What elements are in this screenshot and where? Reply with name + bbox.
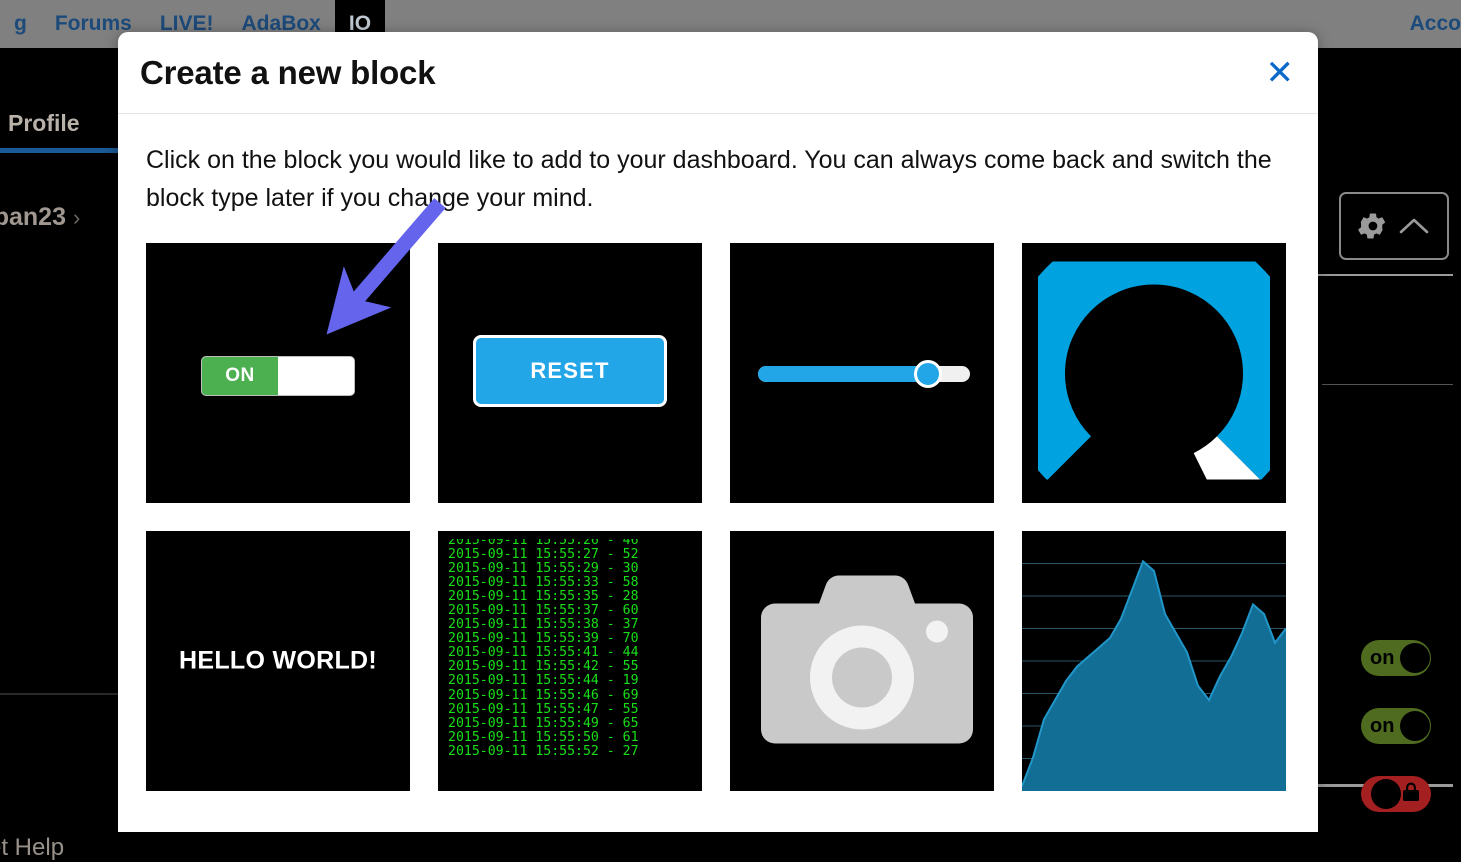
toggle-on-segment: ON xyxy=(202,357,278,395)
stream-log-line: 2015-09-11 15:55:37 - 60 xyxy=(448,604,702,618)
page-title: Create a new block xyxy=(118,54,435,92)
stream-log-line: 2015-09-11 15:55:29 - 30 xyxy=(448,562,702,576)
toggle-on-label: ON xyxy=(225,365,255,387)
block-option-chart[interactable] xyxy=(1022,531,1286,791)
toggle-preview: ON xyxy=(202,357,354,395)
block-option-text[interactable]: HELLO WORLD! xyxy=(146,531,410,791)
stream-log-line: 2015-09-11 15:55:44 - 19 xyxy=(448,674,702,688)
stream-log-line: 2015-09-11 15:55:35 - 28 xyxy=(448,590,702,604)
create-block-modal: Create a new block ✕ Click on the block … xyxy=(118,32,1318,832)
stream-log-line: 2015-09-11 15:55:49 - 65 xyxy=(448,717,702,731)
stream-log-line: 2015-09-11 15:55:27 - 52 xyxy=(448,548,702,562)
block-option-toggle[interactable]: ON xyxy=(146,243,410,503)
block-type-grid: ON RESET xyxy=(146,243,1288,791)
stream-log-line: 2015-09-11 15:55:52 - 27 xyxy=(448,745,702,759)
stream-log-line: 2015-09-11 15:55:41 - 44 xyxy=(448,646,702,660)
block-option-stream[interactable]: 2015-09-11 15:55:26 - 462015-09-11 15:55… xyxy=(438,531,702,791)
block-option-slider[interactable] xyxy=(730,243,994,503)
chart-preview xyxy=(1022,531,1286,791)
stream-log-line: 2015-09-11 15:55:47 - 55 xyxy=(448,703,702,717)
text-preview: HELLO WORLD! xyxy=(146,647,410,676)
slider-thumb xyxy=(914,360,942,388)
slider-fill xyxy=(758,366,928,382)
stream-log-line: 2015-09-11 15:55:38 - 37 xyxy=(448,618,702,632)
block-option-image[interactable] xyxy=(730,531,994,791)
block-option-gauge[interactable] xyxy=(1022,243,1286,503)
modal-description: Click on the block you would like to add… xyxy=(146,142,1281,217)
block-option-momentary-button[interactable]: RESET xyxy=(438,243,702,503)
stream-preview: 2015-09-11 15:55:26 - 462015-09-11 15:55… xyxy=(448,539,702,791)
stream-log-line: 2015-09-11 15:55:33 - 58 xyxy=(448,576,702,590)
reset-button-preview: RESET xyxy=(473,335,667,407)
stream-log-line: 2015-09-11 15:55:50 - 61 xyxy=(448,731,702,745)
modal-header: Create a new block ✕ xyxy=(118,32,1318,114)
close-icon[interactable]: ✕ xyxy=(1266,56,1295,90)
reset-button-label: RESET xyxy=(530,358,609,384)
gauge-preview xyxy=(1038,262,1270,485)
modal-body: Click on the block you would like to add… xyxy=(118,114,1318,791)
stream-log-line: 2015-09-11 15:55:42 - 55 xyxy=(448,660,702,674)
stream-log-line: 2015-09-11 15:55:46 - 69 xyxy=(448,689,702,703)
toggle-off-segment xyxy=(278,357,354,395)
slider-preview xyxy=(758,366,970,382)
camera-icon xyxy=(751,570,973,753)
stream-log-line: 2015-09-11 15:55:39 - 70 xyxy=(448,632,702,646)
sidebar-item-get-help[interactable]: et Help xyxy=(0,834,118,862)
